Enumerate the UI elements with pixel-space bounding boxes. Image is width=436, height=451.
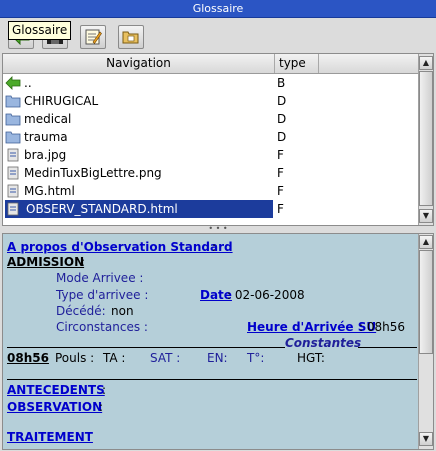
- list-header: Navigation type: [3, 54, 433, 74]
- admission-heading: ADMISSION: [7, 255, 85, 269]
- row-name: trauma: [24, 130, 68, 144]
- row-type: F: [277, 166, 284, 180]
- document-view[interactable]: A propos d'Observation Standard : ADMISS…: [2, 233, 434, 450]
- decede-label: Décédé:: [56, 304, 106, 318]
- row-type: F: [277, 148, 284, 162]
- column-header-navigation[interactable]: Navigation: [3, 54, 275, 73]
- admission-colon: :: [81, 255, 86, 269]
- observation-colon: :: [99, 400, 104, 414]
- temperature-label: T°:: [247, 351, 265, 365]
- list-row[interactable]: OBSERV_STANDARD.html F: [3, 200, 416, 218]
- circonstances-label: Circonstances :: [56, 320, 148, 334]
- row-type: D: [277, 130, 287, 144]
- row-name-cell[interactable]: medical: [5, 110, 273, 128]
- row-name-cell[interactable]: MG.html: [5, 182, 273, 200]
- file-icon: [5, 202, 21, 216]
- list-row[interactable]: MG.html F: [3, 182, 416, 200]
- column-header-spacer: [319, 54, 418, 73]
- file-icon: [5, 148, 21, 162]
- list-scrollbar[interactable]: ▲ ▼: [418, 54, 433, 225]
- row-type: D: [277, 112, 287, 126]
- row-name: MG.html: [24, 184, 75, 198]
- row-name: OBSERV_STANDARD.html: [24, 202, 180, 216]
- folder-icon: [5, 112, 21, 126]
- edit-note-icon: [85, 29, 102, 45]
- document-scrollbar[interactable]: ▲ ▼: [418, 234, 433, 449]
- pouls-label: Pouls :: [55, 351, 95, 365]
- folder-icon: [5, 94, 21, 108]
- about-link[interactable]: A propos d'Observation Standard: [7, 240, 233, 254]
- file-list[interactable]: Navigation type .. B CHIRUGICAL Dmedical Dtr…: [2, 53, 434, 226]
- scroll-up-arrow-icon[interactable]: ▲: [419, 56, 433, 70]
- list-row[interactable]: bra.jpg F: [3, 146, 416, 164]
- row-name-cell[interactable]: OBSERV_STANDARD.html: [5, 200, 273, 218]
- row-name: medical: [24, 112, 72, 126]
- type-arrivee-label: Type d'arrivee :: [56, 288, 149, 302]
- splitter-grip: • • •: [208, 224, 228, 233]
- constantes-rule-left: [7, 347, 285, 348]
- heure-arrivee-value: : 08h56: [359, 320, 406, 334]
- row-type: B: [277, 76, 286, 90]
- date-value: : 02-06-2008: [227, 288, 305, 302]
- row-name-cell[interactable]: ..: [5, 74, 273, 92]
- traitement-link[interactable]: TRAITEMENT: [7, 430, 93, 444]
- constantes-rule-right: [358, 347, 417, 348]
- row-name-cell[interactable]: bra.jpg: [5, 146, 273, 164]
- scroll-down-arrow-icon[interactable]: ▼: [419, 209, 433, 223]
- sat-label: SAT :: [150, 351, 181, 365]
- open-folder-button[interactable]: [118, 25, 144, 49]
- row-name: CHIRUGICAL: [24, 94, 99, 108]
- antecedents-colon: :: [102, 383, 107, 397]
- observation-link[interactable]: OBSERVATION: [7, 400, 102, 414]
- antecedents-link[interactable]: ANTECEDENTS: [7, 383, 105, 397]
- up-arrow-icon: [5, 76, 21, 90]
- list-row[interactable]: medical D: [3, 110, 416, 128]
- file-icon: [5, 184, 21, 198]
- hgt-label: HGT:: [297, 351, 325, 365]
- row-name-cell[interactable]: MedinTuxBigLettre.png: [5, 164, 273, 182]
- vitals-rule: [7, 379, 417, 380]
- folder-icon: [5, 130, 21, 144]
- edit-button[interactable]: [80, 25, 106, 49]
- doc-scroll-up-arrow-icon[interactable]: ▲: [419, 235, 433, 249]
- row-type: F: [277, 202, 284, 216]
- mode-arrivee-label: Mode Arrivee :: [56, 271, 144, 285]
- window-title-bar: Glossaire: [0, 0, 436, 18]
- open-folder-icon: [122, 31, 139, 44]
- row-type: F: [277, 184, 284, 198]
- row-name: MedinTuxBigLettre.png: [24, 166, 162, 180]
- row-name: bra.jpg: [24, 148, 67, 162]
- window-title: Glossaire: [192, 2, 244, 15]
- list-row[interactable]: .. B: [3, 74, 416, 92]
- ta-label: TA :: [103, 351, 126, 365]
- list-row[interactable]: CHIRUGICAL D: [3, 92, 416, 110]
- doc-scroll-thumb[interactable]: [419, 250, 433, 354]
- row-name-cell[interactable]: CHIRUGICAL: [5, 92, 273, 110]
- column-header-type[interactable]: type: [275, 54, 319, 73]
- decede-value: non: [111, 304, 134, 318]
- row-name: ..: [24, 76, 32, 90]
- vitals-time: 08h56: [7, 351, 49, 365]
- scroll-thumb[interactable]: [419, 71, 433, 206]
- en-label: EN:: [207, 351, 228, 365]
- heure-arrivee-link[interactable]: Heure d'Arrivée SU: [247, 320, 376, 334]
- file-icon: [5, 166, 21, 180]
- about-colon: :: [212, 240, 217, 254]
- row-name-cell[interactable]: trauma: [5, 128, 273, 146]
- list-row[interactable]: MedinTuxBigLettre.png F: [3, 164, 416, 182]
- constantes-heading: Constantes: [285, 336, 362, 350]
- row-type: D: [277, 94, 287, 108]
- doc-scroll-down-arrow-icon[interactable]: ▼: [419, 432, 433, 446]
- list-row[interactable]: trauma D: [3, 128, 416, 146]
- tooltip: Glossaire: [8, 21, 72, 40]
